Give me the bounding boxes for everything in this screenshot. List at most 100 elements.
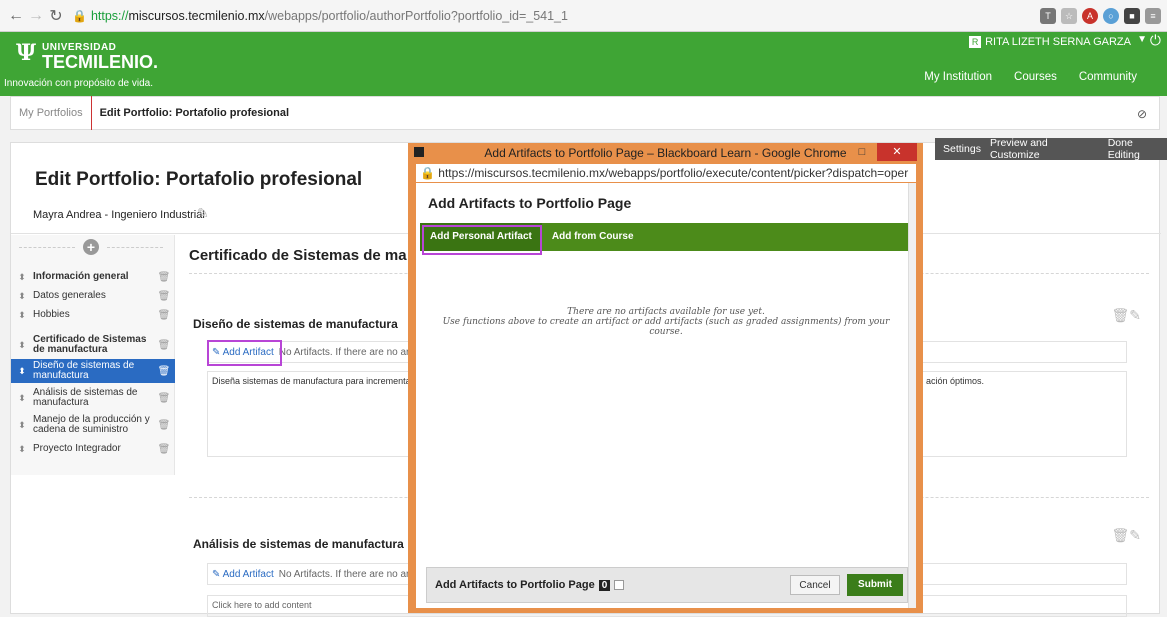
block-title: Análisis de sistemas de manufactura bbox=[193, 537, 404, 551]
popup-url: https://miscursos.tecmilenio.mx/webapps/… bbox=[438, 166, 909, 180]
popup-titlebar[interactable]: Add Artifacts to Portfolio Page – Blackb… bbox=[408, 143, 923, 163]
nav-community[interactable]: Community bbox=[1079, 71, 1137, 83]
nav-item-hobbies[interactable]: ⬍ Hobbies 🗑 bbox=[11, 307, 175, 323]
adblock-icon[interactable]: A bbox=[1082, 7, 1098, 24]
drag-handle-icon[interactable]: ⬍ bbox=[11, 310, 33, 321]
page-nav: + ⬍ Información general 🗑 ⬍ Datos genera… bbox=[11, 235, 175, 475]
nav-item-label: Proyecto Integrador bbox=[33, 443, 121, 454]
lock-icon: 🔒 bbox=[420, 166, 435, 180]
trash-icon[interactable]: 🗑 bbox=[153, 444, 175, 455]
breadcrumb-current: Edit Portfolio: Portafolio profesional bbox=[99, 107, 290, 119]
url-path: /webapps/portfolio/authorPortfolio?portf… bbox=[264, 8, 568, 23]
nav-item-datos-generales[interactable]: ⬍ Datos generales 🗑 bbox=[11, 288, 175, 304]
trash-pencil-icon[interactable]: 🗑✎ bbox=[1111, 307, 1141, 324]
drag-handle-icon[interactable]: ⬍ bbox=[11, 420, 33, 431]
translate-icon[interactable]: T bbox=[1040, 7, 1056, 24]
popup-address-bar[interactable]: 🔒 https://miscursos.tecmilenio.mx/webapp… bbox=[416, 164, 916, 182]
expand-checkbox[interactable] bbox=[614, 580, 625, 590]
nav-item-manejo[interactable]: ⬍ Manejo de la producción y cadena de su… bbox=[11, 413, 175, 437]
maximize-icon[interactable]: □ bbox=[849, 143, 875, 161]
nav-item-diseno[interactable]: ⬍ Diseño de sistemas de manufactura 🗑 bbox=[11, 359, 175, 383]
nav-item-label: Diseño de sistemas de manufactura bbox=[33, 360, 135, 381]
highlight-box bbox=[422, 225, 542, 255]
trash-icon[interactable]: 🗑 bbox=[153, 340, 175, 351]
back-icon[interactable]: ← bbox=[6, 7, 26, 25]
trash-icon[interactable]: 🗑 bbox=[153, 420, 175, 431]
site-header: Ψ UNIVERSIDAD TECMILENIO. Innovación con… bbox=[0, 32, 1167, 96]
url-scheme: https:// bbox=[90, 8, 129, 23]
minimize-icon[interactable]: – bbox=[821, 143, 847, 161]
window-controls: – □ ✕ bbox=[821, 143, 917, 161]
logo-text-line2: TECMILENIO. bbox=[42, 52, 158, 72]
drag-handle-icon[interactable]: ⬍ bbox=[11, 393, 33, 404]
forward-icon[interactable]: → bbox=[26, 7, 46, 25]
help-icon[interactable]: ⊘ bbox=[1137, 107, 1147, 121]
drag-handle-icon[interactable]: ⬍ bbox=[11, 272, 33, 283]
browser-toolbar: ← → ↻ 🔒 https:// miscursos.tecmilenio.mx… bbox=[0, 0, 1167, 32]
nav-item-label: Certificado de Sistemas de manufactura bbox=[33, 334, 147, 355]
nav-item-label: Hobbies bbox=[33, 309, 70, 320]
content-text: Diseña sistemas de manufactura para incr… bbox=[212, 376, 414, 386]
nav-item-label: Datos generales bbox=[33, 290, 106, 301]
add-page-icon[interactable]: + bbox=[83, 239, 99, 255]
nav-item-label: Análisis de sistemas de manufactura bbox=[33, 387, 138, 408]
url-host: miscursos.tecmilenio.mx bbox=[128, 8, 265, 23]
no-artifacts-text: No Artifacts. If there are no art bbox=[278, 568, 413, 580]
highlight-box bbox=[207, 340, 282, 366]
submit-button[interactable]: Submit bbox=[847, 574, 903, 596]
drag-handle-icon[interactable]: ⬍ bbox=[11, 291, 33, 302]
close-icon[interactable]: ✕ bbox=[877, 143, 917, 161]
nav-item-label: Información general bbox=[33, 271, 129, 282]
user-name: RITA LIZETH SERNA GARZA bbox=[985, 36, 1131, 48]
address-bar[interactable]: 🔒 https:// miscursos.tecmilenio.mx /weba… bbox=[72, 5, 568, 27]
tab-add-from-course[interactable]: Add from Course bbox=[542, 223, 644, 251]
trash-icon[interactable]: 🗑 bbox=[153, 393, 175, 404]
top-nav: My Institution Courses Community bbox=[924, 71, 1137, 83]
drag-handle-icon[interactable]: ⬍ bbox=[11, 444, 33, 455]
preview-customize-button[interactable]: Preview and Customize bbox=[990, 137, 1099, 161]
drag-handle-icon[interactable]: ⬍ bbox=[11, 340, 33, 351]
logout-icon[interactable]: ⏻ bbox=[1150, 32, 1161, 49]
add-artifact-link[interactable]: ✎ Add Artifact bbox=[208, 569, 274, 580]
star-icon[interactable]: ☆ bbox=[1061, 7, 1077, 24]
extension-icon[interactable]: ○ bbox=[1103, 7, 1119, 24]
popup-window-title: Add Artifacts to Portfolio Page – Blackb… bbox=[484, 146, 847, 160]
block-title: Diseño de sistemas de manufactura bbox=[193, 317, 398, 331]
cancel-button[interactable]: Cancel bbox=[790, 575, 840, 595]
trash-icon[interactable]: 🗑 bbox=[153, 366, 175, 377]
done-editing-button[interactable]: Done Editing bbox=[1108, 137, 1167, 161]
popup-footer: Add Artifacts to Portfolio Page 0 Cancel… bbox=[426, 567, 908, 603]
drag-handle-icon[interactable]: ⬍ bbox=[11, 366, 33, 377]
blackboard-icon bbox=[414, 147, 424, 157]
chevron-down-icon[interactable]: ▼ bbox=[1137, 34, 1147, 45]
user-icon: R bbox=[969, 36, 982, 48]
no-artifacts-text: No Artifacts. If there are no art bbox=[278, 346, 413, 358]
breadcrumb-my-portfolios[interactable]: My Portfolios bbox=[11, 96, 92, 130]
logo-icon: Ψ bbox=[16, 40, 37, 66]
nav-item-certificado[interactable]: ⬍ Certificado de Sistemas de manufactura… bbox=[11, 333, 175, 357]
section-title: Certificado de Sistemas de ma bbox=[189, 247, 407, 264]
menu-icon[interactable]: ≡ bbox=[1145, 7, 1161, 24]
nav-item-informacion-general[interactable]: ⬍ Información general 🗑 bbox=[11, 269, 175, 285]
page-title: Edit Portfolio: Portafolio profesional bbox=[35, 169, 363, 190]
content-text-tail: ación óptimos. bbox=[926, 376, 985, 386]
trash-pencil-icon[interactable]: 🗑✎ bbox=[1111, 527, 1141, 544]
settings-button[interactable]: Settings bbox=[943, 143, 981, 155]
nav-item-label: Manejo de la producción y cadena de sumi… bbox=[33, 414, 150, 435]
scrollbar[interactable] bbox=[908, 183, 916, 608]
trash-icon[interactable]: 🗑 bbox=[153, 272, 175, 283]
reload-icon[interactable]: ↻ bbox=[46, 6, 66, 26]
nav-item-analisis[interactable]: ⬍ Análisis de sistemas de manufactura 🗑 bbox=[11, 386, 175, 410]
trash-icon[interactable]: 🗑 bbox=[153, 310, 175, 321]
user-menu[interactable]: R RITA LIZETH SERNA GARZA bbox=[969, 34, 1131, 50]
nav-my-institution[interactable]: My Institution bbox=[924, 71, 992, 83]
pencil-icon[interactable]: ✎ bbox=[197, 205, 209, 222]
nav-item-proyecto[interactable]: ⬍ Proyecto Integrador 🗑 bbox=[11, 441, 175, 457]
popup-heading: Add Artifacts to Portfolio Page bbox=[428, 195, 632, 211]
pocket-icon[interactable]: ■ bbox=[1124, 7, 1140, 24]
slogan: Innovación con propósito de vida. bbox=[4, 78, 153, 89]
trash-icon[interactable]: 🗑 bbox=[153, 291, 175, 302]
nav-courses[interactable]: Courses bbox=[1014, 71, 1057, 83]
footer-label: Add Artifacts to Portfolio Page bbox=[435, 579, 595, 591]
edit-toolbar: Settings Preview and Customize Done Edit… bbox=[935, 137, 1167, 161]
